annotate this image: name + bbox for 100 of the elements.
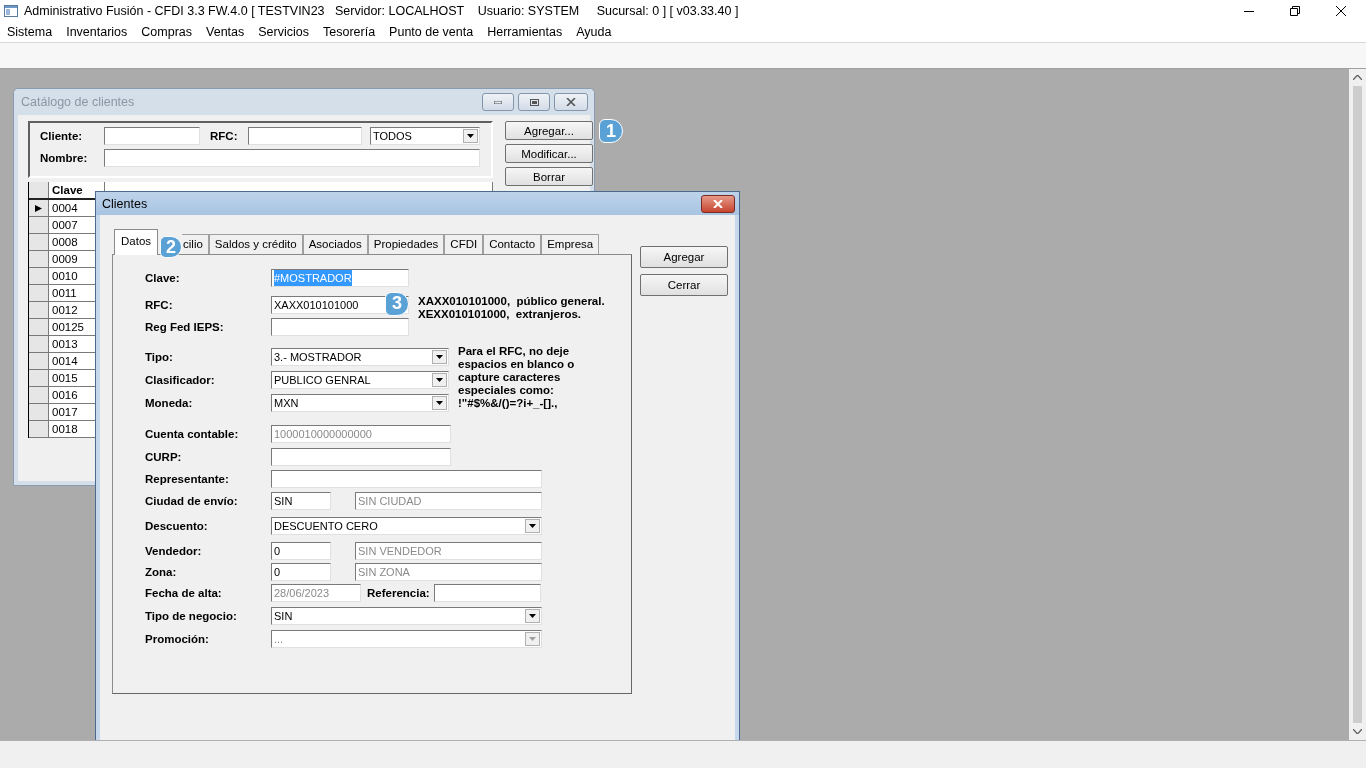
column-header[interactable]: Clave xyxy=(49,182,105,198)
dropdown-field[interactable]: TODOS xyxy=(370,127,480,145)
menu-item[interactable]: Ayuda xyxy=(576,25,612,39)
tab[interactable]: Asociados xyxy=(302,234,368,254)
maximize-icon xyxy=(529,98,539,106)
text-field[interactable]: SIN CIUDAD xyxy=(355,491,542,510)
caret-icon xyxy=(529,523,536,528)
window-title: Administrativo Fusión - CFDI 3.3 FW.4.0 [ TESTVIN23 Servidor: LOCALHOST Usuario: SYSTEM Sucursal: 0 ] [ v03.33.40 ] xyxy=(24,4,739,18)
caret-icon xyxy=(467,134,474,138)
field-label: Tipo: xyxy=(145,350,174,363)
corner-cell xyxy=(29,182,49,198)
dropdown-field[interactable]: PUBLICO GENRAL xyxy=(271,370,449,389)
dropdown-button[interactable] xyxy=(432,349,447,364)
field-label: RFC: xyxy=(210,130,239,142)
field-label: Vendedor: xyxy=(145,544,203,557)
caret-icon xyxy=(529,636,536,641)
field-label: Moneda: xyxy=(145,396,194,409)
step-badge: 2 xyxy=(160,236,183,258)
window-title: Clientes xyxy=(102,196,148,211)
minimize-icon xyxy=(494,100,502,104)
text-field[interactable] xyxy=(433,583,541,602)
field-label: Ciudad de envío: xyxy=(145,494,239,507)
caret-icon xyxy=(436,354,443,359)
row-indicator[interactable] xyxy=(29,200,49,216)
text-field[interactable]: SIN xyxy=(271,491,331,510)
field-label: CURP: xyxy=(145,450,183,463)
menu-item[interactable]: Tesorería xyxy=(323,25,376,39)
field-label: Promoción: xyxy=(145,632,210,645)
menu-item[interactable]: Inventarios xyxy=(66,25,128,39)
close-button[interactable] xyxy=(701,194,735,213)
maximize-button[interactable] xyxy=(518,93,550,111)
field-label: Reg Fed IEPS: xyxy=(145,320,225,333)
text-field[interactable]: SIN VENDEDOR xyxy=(355,541,542,560)
menu-item[interactable]: Servicios xyxy=(258,25,309,39)
action-button[interactable]: Modificar... xyxy=(505,144,593,163)
menu-item[interactable]: Punto de venta xyxy=(389,25,474,39)
menu-item[interactable]: Sistema xyxy=(7,25,53,39)
dropdown-field[interactable]: MXN xyxy=(271,393,449,412)
tab[interactable]: CFDI xyxy=(444,234,484,254)
text-field[interactable]: 0 xyxy=(271,562,331,581)
caret-icon xyxy=(436,400,443,405)
tab[interactable]: Contacto xyxy=(483,234,542,254)
field-label: Referencia: xyxy=(367,586,430,599)
close-icon[interactable] xyxy=(1336,6,1346,16)
field-label: Zona: xyxy=(145,565,178,578)
tab[interactable]: Empresa xyxy=(541,234,600,254)
field-label: Clasificador: xyxy=(145,373,216,386)
hint-text: XAXX010101000, público general. xyxy=(418,295,605,308)
text-field[interactable] xyxy=(104,149,480,167)
dropdown-button[interactable] xyxy=(525,608,540,623)
step-badge: 1 xyxy=(599,119,623,143)
close-icon xyxy=(566,98,576,106)
caret-icon xyxy=(529,613,536,618)
field-label: Representante: xyxy=(145,472,230,485)
tab[interactable]: Saldos y crédito xyxy=(208,234,303,254)
action-button[interactable]: Agregar... xyxy=(505,121,593,140)
vertical-scrollbar[interactable] xyxy=(1349,69,1366,740)
action-button[interactable]: Borrar xyxy=(505,167,593,186)
step-badge: 3 xyxy=(385,291,409,316)
field-label: Clave: xyxy=(145,271,181,284)
hint-text: Para el RFC, no deje espacios en blanco o capture caracteres especiales como: !"#$%&/()=?i+_-[]., xyxy=(458,345,576,411)
field-label: Fecha de alta: xyxy=(145,586,223,599)
tab[interactable]: cilio xyxy=(182,234,209,254)
dropdown-button[interactable] xyxy=(432,395,447,410)
dropdown-field[interactable]: DESCUENTO CERO xyxy=(271,516,542,535)
menu-item[interactable]: Compras xyxy=(141,25,193,39)
dropdown-field[interactable]: SIN xyxy=(271,606,542,625)
dropdown-button[interactable] xyxy=(525,518,540,533)
row-pointer-icon xyxy=(35,204,42,212)
close-icon xyxy=(713,199,723,208)
field-label: Cliente: xyxy=(40,130,84,142)
text-field[interactable] xyxy=(271,317,409,336)
tab[interactable]: Propiedades xyxy=(367,234,445,254)
menu-item[interactable]: Herramientas xyxy=(487,25,563,39)
text-field[interactable] xyxy=(271,447,451,466)
close-button[interactable] xyxy=(554,93,588,111)
restore-icon[interactable] xyxy=(1290,6,1300,16)
dropdown-button[interactable] xyxy=(432,372,447,387)
text-field[interactable] xyxy=(271,469,542,488)
text-field[interactable]: SIN ZONA xyxy=(355,562,542,581)
window-title: Catálogo de clientes xyxy=(21,95,135,109)
scroll-down-icon xyxy=(1353,729,1362,734)
action-button[interactable]: Agregar xyxy=(640,246,728,268)
tab[interactable]: Datos xyxy=(114,229,159,255)
scroll-up-icon xyxy=(1353,75,1362,80)
dropdown-field[interactable]: 3.- MOSTRADOR xyxy=(271,347,449,366)
caret-icon xyxy=(436,377,443,382)
field-label: Descuento: xyxy=(145,519,209,532)
field-label: RFC: xyxy=(145,298,174,311)
text-field[interactable]: 0 xyxy=(271,541,331,560)
menu-item[interactable]: Ventas xyxy=(206,25,245,39)
app-window-icon xyxy=(4,5,18,17)
text-field[interactable] xyxy=(104,127,200,145)
text-field[interactable] xyxy=(248,127,362,145)
dropdown-button[interactable] xyxy=(463,129,478,143)
field-label: Cuenta contable: xyxy=(145,427,240,440)
hint-text: XEXX010101000, extranjeros. xyxy=(418,308,583,321)
field-label: Tipo de negocio: xyxy=(145,609,238,622)
field-label: Nombre: xyxy=(40,152,89,164)
action-button[interactable]: Cerrar xyxy=(640,274,728,296)
